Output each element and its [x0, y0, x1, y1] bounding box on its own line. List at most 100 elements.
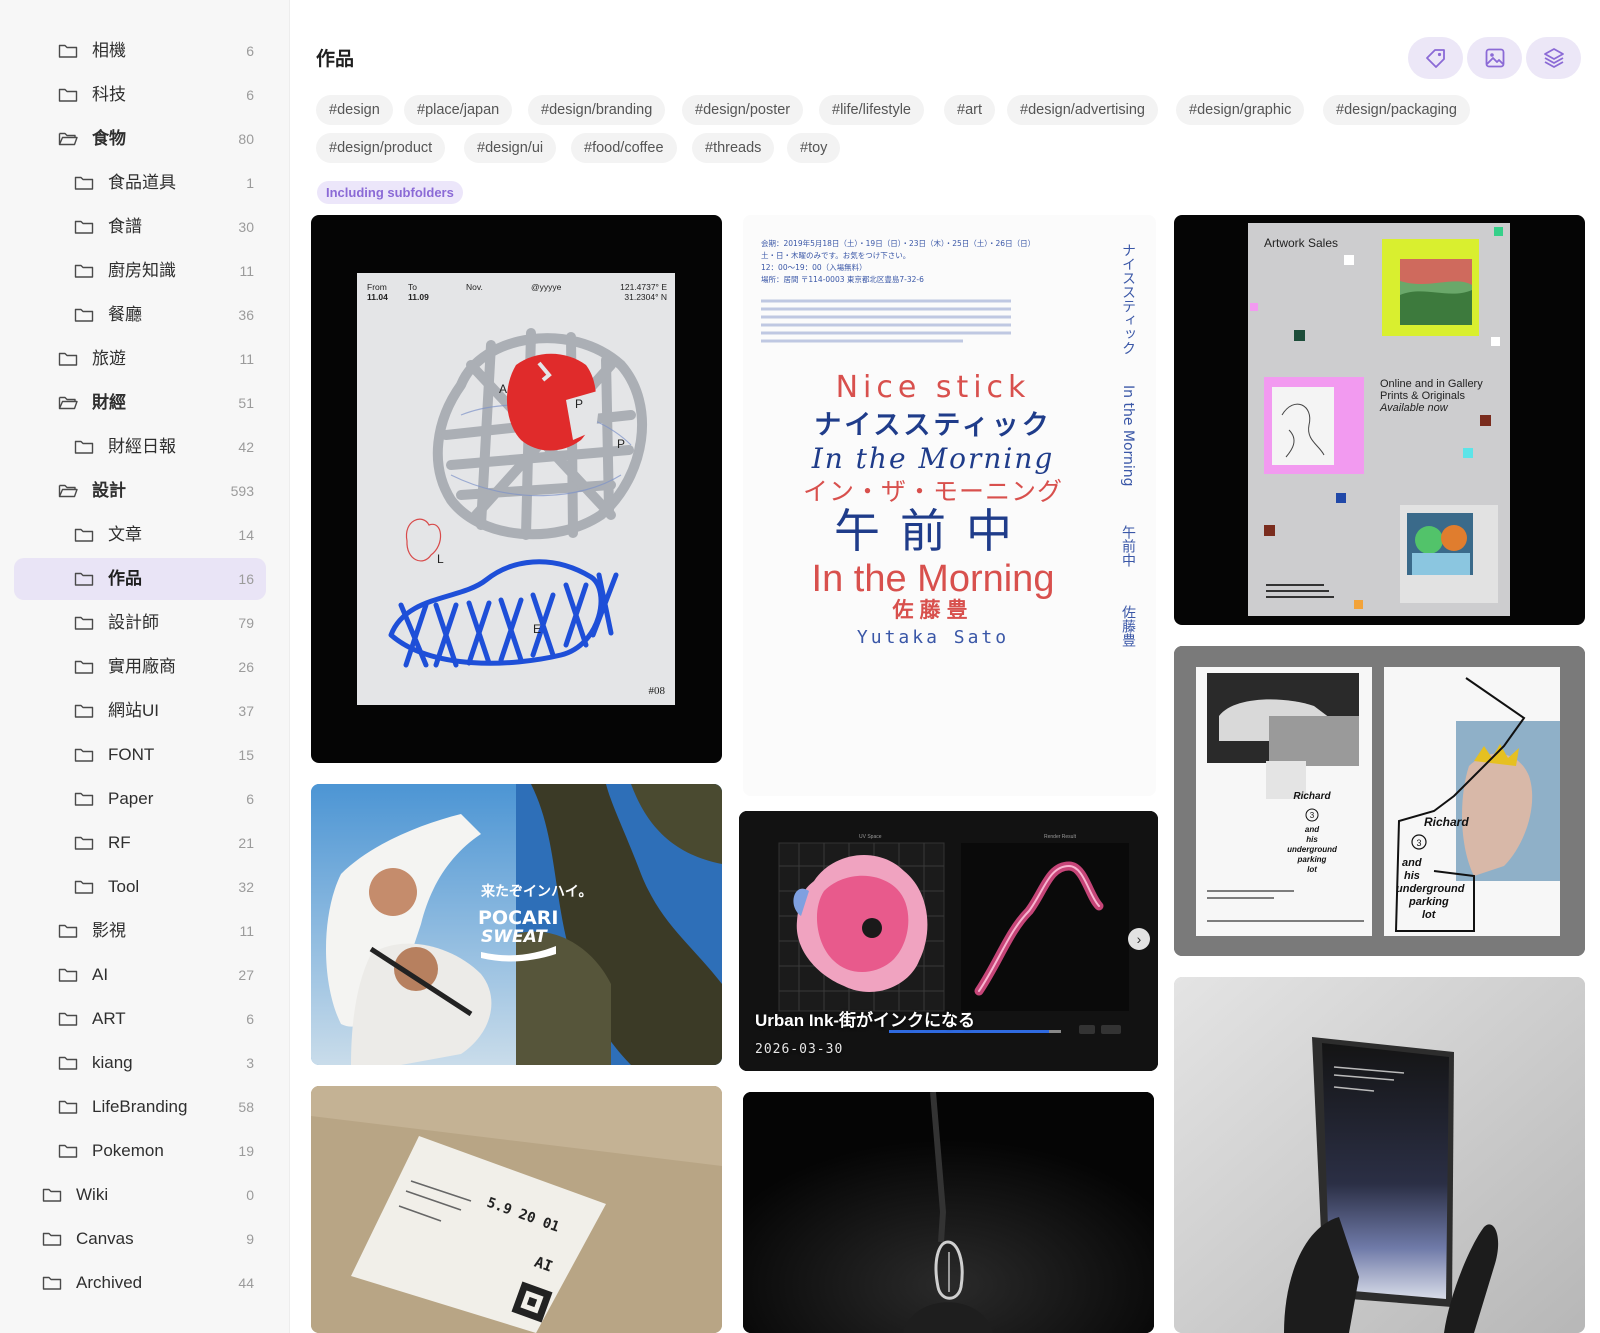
card-device-hand[interactable] — [1174, 977, 1585, 1333]
sidebar-item[interactable]: 食譜 30 — [14, 206, 266, 248]
sidebar-item[interactable]: 財經 51 — [14, 382, 266, 424]
sidebar-item[interactable]: 相機 6 — [14, 30, 266, 72]
sidebar-item[interactable]: 設計師 79 — [14, 602, 266, 644]
ticket-art: 5.9 20 01 AI — [311, 1086, 722, 1333]
svg-text:31.2304° N: 31.2304° N — [624, 292, 667, 302]
svg-text:Available now: Available now — [1379, 402, 1449, 414]
sidebar-item[interactable]: AI 27 — [14, 954, 266, 996]
svg-text:E: E — [533, 622, 541, 636]
svg-text:ナイススティック: ナイススティック — [1120, 243, 1136, 355]
sidebar-item[interactable]: 文章 14 — [14, 514, 266, 556]
sidebar-item[interactable]: Canvas 9 — [14, 1218, 266, 1260]
svg-text:3: 3 — [1416, 838, 1421, 848]
svg-text:POCARI: POCARI — [478, 907, 558, 929]
sidebar-item[interactable]: Archived 44 — [14, 1262, 266, 1304]
subfolders-badge[interactable]: Including subfolders — [317, 181, 463, 204]
svg-text:場所：居間 〒114-0003 東京都北区豊島7-32-6: 場所：居間 〒114-0003 東京都北区豊島7-32-6 — [761, 274, 924, 284]
card-apple-poster[interactable]: From 11.04 To 11.09 Nov. @yyyye 121.4737… — [311, 215, 722, 763]
card-nice-stick-poster[interactable]: 会期：2019年5月18日（土）・19日（日）・23日（木）・25日（土）・26… — [743, 215, 1156, 796]
tag-chip[interactable]: #toy — [787, 133, 841, 163]
tag-chip[interactable]: #art — [944, 95, 995, 125]
sidebar-item[interactable]: Pokemon 19 — [14, 1130, 266, 1172]
tag-chip[interactable]: #design/ui — [464, 133, 557, 163]
sidebar-item-label: 作品 — [108, 569, 142, 588]
sidebar-item[interactable]: 作品 16 — [14, 558, 266, 600]
sidebar-item-count: 1 — [246, 175, 254, 191]
image-view-button[interactable] — [1467, 37, 1522, 79]
sidebar-item-count: 15 — [238, 747, 254, 763]
svg-text:L: L — [437, 552, 444, 566]
sidebar-item-label: 網站UI — [108, 701, 159, 720]
svg-text:his: his — [1306, 835, 1318, 844]
folder-icon — [74, 703, 94, 719]
sidebar-item[interactable]: LifeBranding 58 — [14, 1086, 266, 1128]
card-ticket-package[interactable]: 5.9 20 01 AI — [311, 1086, 722, 1333]
sidebar-item-count: 80 — [238, 131, 254, 147]
sidebar-item-count: 11 — [239, 923, 254, 939]
sidebar-item[interactable]: 旅遊 11 — [14, 338, 266, 380]
tag-chip[interactable]: #design/advertising — [1007, 95, 1158, 125]
richard-art: Richard and his underground parking lot … — [1174, 646, 1585, 956]
sidebar-item-count: 37 — [238, 703, 254, 719]
sidebar-item[interactable]: 食物 80 — [14, 118, 266, 160]
sidebar-item[interactable]: 影視 11 — [14, 910, 266, 952]
apple-poster-art: From 11.04 To 11.09 Nov. @yyyye 121.4737… — [357, 273, 675, 705]
svg-text:121.4737° E: 121.4737° E — [620, 282, 667, 292]
sidebar-item-count: 3 — [246, 1055, 254, 1071]
svg-text:In the Morning: In the Morning — [811, 442, 1055, 475]
folder-icon — [74, 571, 94, 587]
sidebar-item[interactable]: 食品道具 1 — [14, 162, 266, 204]
sidebar-item[interactable]: kiang 3 — [14, 1042, 266, 1084]
svg-text:Richard: Richard — [1293, 791, 1331, 802]
sidebar-item[interactable]: 網站UI 37 — [14, 690, 266, 732]
sidebar-item[interactable]: 餐廳 36 — [14, 294, 266, 336]
tag-chip[interactable]: #design — [316, 95, 393, 125]
nice-stick-poster-art: 会期：2019年5月18日（土）・19日（日）・23日（木）・25日（土）・26… — [743, 215, 1156, 796]
folder-icon — [74, 263, 94, 279]
card-pocari-sweat[interactable]: 来たぞインハイ。 POCARI SWEAT — [311, 784, 722, 1065]
card-urban-ink[interactable]: UV Space Render Result Urban Ink-街がインクにな… — [739, 811, 1158, 1071]
sidebar-item[interactable]: Wiki 0 — [14, 1174, 266, 1216]
urban-ink-title: Urban Ink-街がインクになる — [755, 1011, 976, 1030]
tag-chip[interactable]: #design/graphic — [1176, 95, 1305, 125]
folder-icon — [74, 747, 94, 763]
tag-chip[interactable]: #food/coffee — [571, 133, 677, 163]
folder-icon — [58, 1143, 78, 1159]
next-slide-button[interactable]: › — [1128, 928, 1150, 950]
urban-ink-date: 2026-03-30 — [755, 1042, 844, 1057]
folder-icon — [42, 1187, 62, 1203]
sidebar-item[interactable]: 財經日報 42 — [14, 426, 266, 468]
tag-chip[interactable]: #design/packaging — [1323, 95, 1470, 125]
tag-chip[interactable]: #design/branding — [528, 95, 666, 125]
sidebar-item-count: 19 — [238, 1143, 254, 1159]
tag-chip[interactable]: #life/lifestyle — [819, 95, 924, 125]
sidebar-item-count: 36 — [238, 307, 254, 323]
tag-filter-button[interactable] — [1408, 37, 1463, 79]
card-artwork-sales[interactable]: Artwork Sales Online and in Gallery Prin… — [1174, 215, 1585, 625]
sidebar-item[interactable]: 科技 6 — [14, 74, 266, 116]
tag-chip[interactable]: #design/poster — [682, 95, 804, 125]
sidebar-item[interactable]: RF 21 — [14, 822, 266, 864]
sidebar-item[interactable]: 設計 593 — [14, 470, 266, 512]
sidebar-item-count: 27 — [238, 967, 254, 983]
sidebar-item-label: 食譜 — [108, 217, 142, 236]
tag-chip[interactable]: #place/japan — [404, 95, 513, 125]
svg-text:lot: lot — [1422, 909, 1437, 921]
sidebar-item-count: 6 — [246, 43, 254, 59]
svg-text:parking: parking — [1408, 896, 1449, 908]
sidebar-item-count: 26 — [238, 659, 254, 675]
card-richard-parking[interactable]: Richard and his underground parking lot … — [1174, 646, 1585, 956]
layers-button[interactable] — [1526, 37, 1581, 79]
svg-text:parking: parking — [1297, 855, 1327, 864]
sidebar-item[interactable]: ART 6 — [14, 998, 266, 1040]
sidebar-item[interactable]: Tool 32 — [14, 866, 266, 908]
tag-chip[interactable]: #design/product — [316, 133, 446, 163]
sidebar-item-label: 設計 — [92, 481, 126, 500]
card-dark-carabiner[interactable] — [743, 1092, 1154, 1333]
sidebar-item[interactable]: FONT 15 — [14, 734, 266, 776]
sidebar-item[interactable]: 實用廠商 26 — [14, 646, 266, 688]
tag-chip[interactable]: #threads — [692, 133, 775, 163]
sidebar-item[interactable]: Paper 6 — [14, 778, 266, 820]
sidebar-item[interactable]: 廚房知識 11 — [14, 250, 266, 292]
folder-icon — [74, 615, 94, 631]
